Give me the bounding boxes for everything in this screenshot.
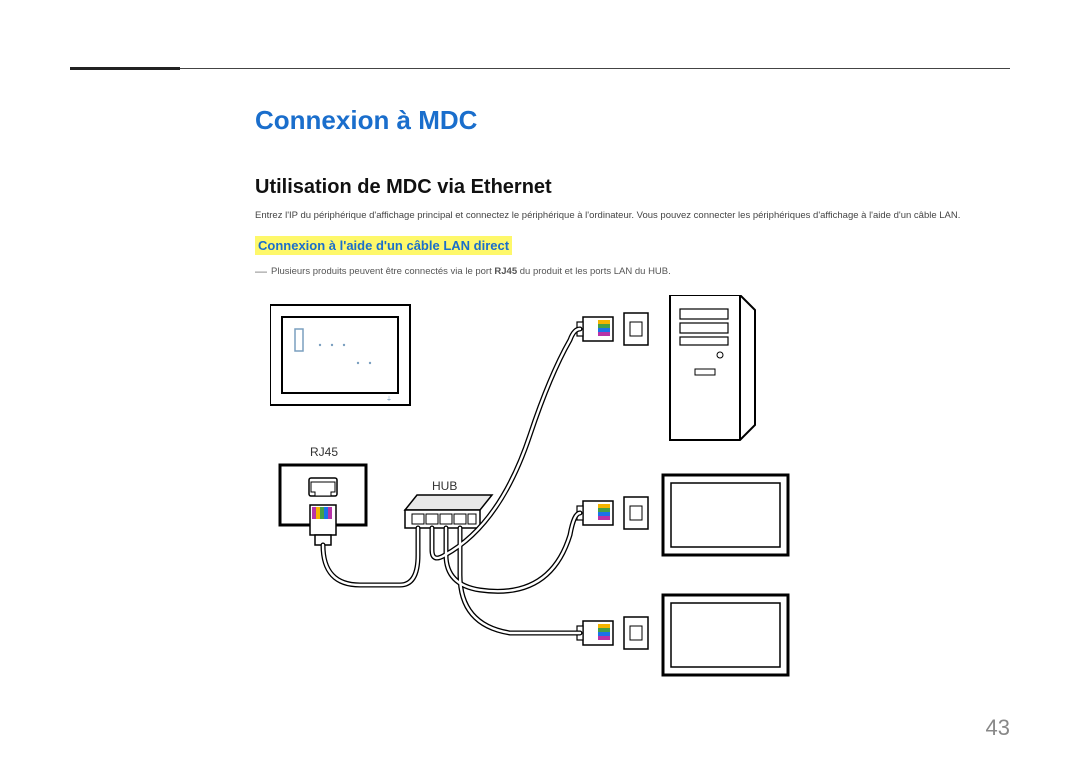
section-subtitle: Utilisation de MDC via Ethernet	[255, 176, 1010, 199]
page-title: Connexion à MDC	[255, 105, 1010, 136]
header-rule	[70, 68, 1010, 69]
display-rear-icon: ⏚	[270, 305, 410, 405]
rj45-label: RJ45	[310, 445, 338, 459]
rj45-plug-bottom-icon	[577, 617, 648, 649]
rj45-plug-main-icon	[310, 505, 336, 545]
display-mid-icon	[663, 475, 788, 555]
connection-diagram: ⏚	[270, 295, 800, 695]
note-text-bold: RJ45	[494, 266, 517, 277]
diagram-svg: ⏚	[270, 295, 800, 695]
hub-icon	[405, 495, 492, 528]
intro-paragraph: Entrez l'IP du périphérique d'affichage …	[255, 209, 1010, 222]
note-text: ― Plusieurs produits peuvent être connect…	[255, 263, 1010, 277]
note-text-part2: du produit et les ports LAN du HUB.	[517, 266, 671, 277]
page-number: 43	[986, 715, 1010, 741]
svg-text:⏚: ⏚	[386, 396, 392, 403]
header-rule-bold	[70, 67, 180, 70]
note-text-part1: Plusieurs produits peuvent être connecté…	[271, 266, 494, 277]
note-dash-icon: ―	[255, 264, 267, 278]
subheading-highlighted: Connexion à l'aide d'un câble LAN direct	[255, 236, 512, 255]
pc-tower-icon	[670, 295, 755, 440]
display-bottom-icon	[663, 595, 788, 675]
hub-label: HUB	[432, 479, 457, 493]
rj45-plug-mid-icon	[577, 497, 648, 529]
content-area: Connexion à MDC Utilisation de MDC via E…	[255, 105, 1010, 291]
rj45-plug-pc-icon	[577, 313, 648, 345]
